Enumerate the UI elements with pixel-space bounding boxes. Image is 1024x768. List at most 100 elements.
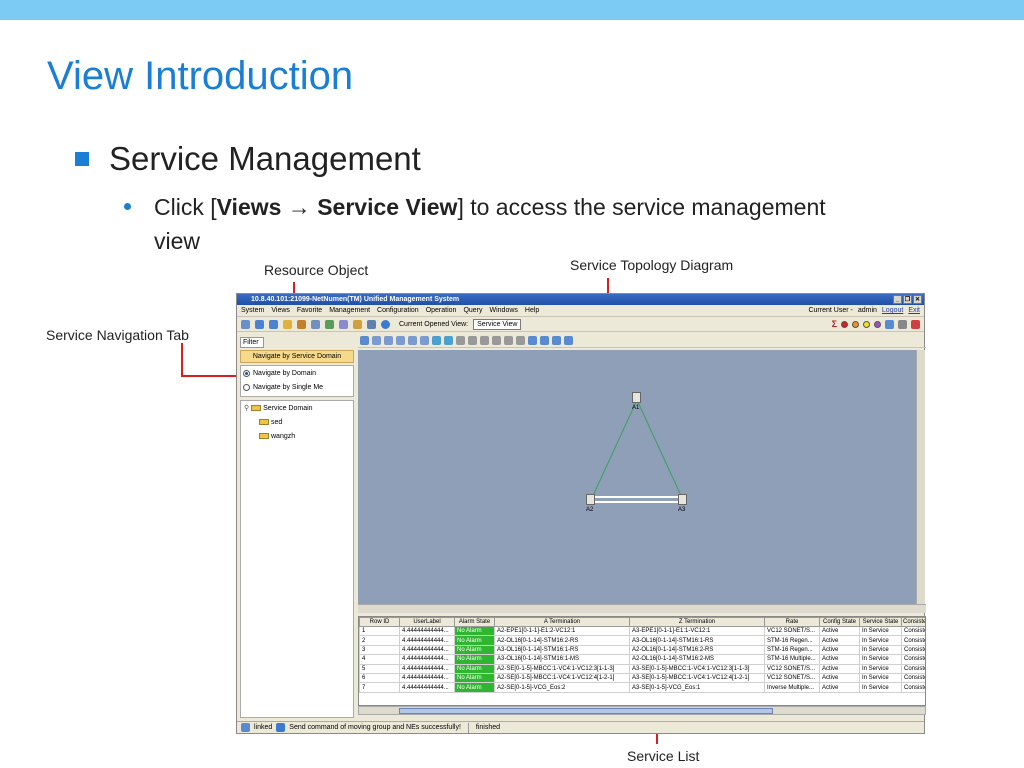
logout-link[interactable]: Logout [882,305,903,317]
align-top-icon[interactable] [480,336,489,345]
major-alarm-icon[interactable] [852,320,859,328]
menu-help[interactable]: Help [525,307,539,314]
warning-alarm-icon[interactable] [874,320,881,328]
link-a1-a3[interactable] [636,399,684,501]
table-cell: A2-OL16[0-1-14]-STM16:2-RS [629,644,765,656]
link-icon[interactable] [516,336,525,345]
config-icon[interactable] [353,319,362,329]
table-row[interactable]: 3 4.44444444444... No Alarm A3-OL16[0-1-14]… [359,644,925,656]
align-right-icon[interactable] [468,336,477,345]
print-icon[interactable] [540,336,549,345]
find-icon[interactable] [564,336,573,345]
table-row[interactable]: 4 4.44444444444... No Alarm A3-OL16[0-1-14]… [359,654,925,665]
table-cell: Consiste [901,625,925,637]
table-cell: Active [819,654,860,665]
table-cell: A2-SE[0-1-5]-MBCC:1-VC4:1-VC12:3[1-1-3] [494,663,630,674]
zoom-out-icon[interactable] [396,336,405,345]
column-header[interactable]: A Termination [494,617,630,627]
back-icon[interactable] [255,319,264,329]
sound-icon[interactable] [898,319,907,329]
undo-icon[interactable] [408,336,417,345]
column-header[interactable]: Service State [859,617,902,627]
table-row[interactable]: 7 4.44444444444... No Alarm A2-SE[0-1-5]-VC… [359,682,925,693]
topology-icon[interactable] [325,319,334,329]
square-bullet-icon [75,152,89,166]
chart-icon[interactable] [885,319,894,329]
alert-icon[interactable] [911,319,920,329]
critical-alarm-icon[interactable] [841,320,848,328]
tree-item-service-domain[interactable]: ⚲ Service Domain [241,401,353,415]
restore-icon[interactable]: ❐ [903,295,912,304]
navigation-radio-group: Navigate by Domain Navigate by Single Me [240,365,354,397]
menu-management[interactable]: Management [329,307,370,314]
column-header[interactable]: Config State [819,617,860,627]
menu-operation[interactable]: Operation [426,307,457,314]
alarm-icon[interactable] [339,319,348,329]
current-opened-view-select[interactable]: Service View [473,318,522,330]
align-bottom-icon[interactable] [492,336,501,345]
window-icon[interactable] [367,319,376,329]
menu-favorite[interactable]: Favorite [297,307,322,314]
filter-icon[interactable] [552,336,561,345]
scrollbar-thumb[interactable] [399,708,773,714]
ne-node-a3[interactable] [678,494,687,505]
zoom-in-icon[interactable] [384,336,393,345]
minor-alarm-icon[interactable] [863,320,870,328]
filter-tab[interactable]: Filter [240,337,264,348]
menu-configuration[interactable]: Configuration [377,307,419,314]
rotate-icon[interactable] [372,336,381,345]
bullet2-prefix: Click [ [154,194,217,220]
menu-views[interactable]: Views [271,307,290,314]
link-a1-a2[interactable] [590,399,638,501]
layout-icon[interactable] [432,336,441,345]
refresh-icon[interactable] [283,319,292,329]
forward-icon[interactable] [269,319,278,329]
service-topology-canvas[interactable]: A1 A2 A3 [358,350,916,604]
tree-expand-icon[interactable]: ⚲ [244,404,249,412]
table-row[interactable]: 5 4.44444444444... No Alarm A2-SE[0-1-5]-MB… [359,663,925,674]
table-row[interactable]: 6 4.44444444444... No Alarm A2-SE[0-1-5]-MB… [359,672,925,684]
menu-system[interactable]: System [241,307,264,314]
network-icon[interactable] [311,319,320,329]
window-titlebar[interactable]: 10.8.40.101:21099-NetNumen(TM) Unified M… [237,294,924,305]
tree-item-sed[interactable]: sed [241,415,353,429]
ne-node-a2[interactable] [586,494,595,505]
exit-link[interactable]: Exit [908,305,920,317]
column-header[interactable]: Row ID [359,617,400,627]
menu-query[interactable]: Query [463,307,482,314]
ne-node-a1[interactable] [632,392,641,403]
radio-navigate-by-single-me[interactable]: Navigate by Single Me [241,380,353,394]
select-icon[interactable] [360,336,369,345]
sigma-icon[interactable]: Σ [832,319,837,329]
align-left-icon[interactable] [456,336,465,345]
column-header[interactable]: Z Termination [629,617,765,627]
grid-icon[interactable] [444,336,453,345]
canvas-horizontal-scrollbar[interactable] [358,604,926,613]
nav-tab-line-h [181,375,237,377]
navigate-by-service-domain-tab[interactable]: Navigate by Service Domain [240,350,354,363]
save-icon[interactable] [528,336,537,345]
linked-icon [241,723,250,732]
info-icon[interactable] [381,319,390,329]
radio-navigate-by-domain[interactable]: Navigate by Domain [241,366,353,380]
fit-icon[interactable] [420,336,429,345]
table-cell: Consiste [901,672,925,684]
table-cell: A2-EPE1[0-1-1]-E1:2-VC12:1 [494,625,630,637]
column-header[interactable]: Alarm State [454,617,495,627]
table-horizontal-scrollbar[interactable] [358,706,926,715]
window-title: 10.8.40.101:21099-NetNumen(TM) Unified M… [251,296,460,303]
home-icon[interactable] [241,319,250,329]
table-cell: Consiste [901,663,925,674]
column-header[interactable]: UserLabel [399,617,455,627]
menu-windows[interactable]: Windows [490,307,518,314]
minimize-icon[interactable]: _ [893,295,902,304]
table-row[interactable]: 2 4.44444444444... No Alarm A2-OL16[0-1-14]… [359,635,925,646]
close-icon[interactable]: ✕ [913,295,922,304]
distribute-icon[interactable] [504,336,513,345]
tree-item-wangzh[interactable]: wangzh [241,429,353,443]
column-header[interactable]: Rate [764,617,820,627]
table-row[interactable]: 1 4.44444444444... No Alarm A2-EPE1[0-1-1]-… [359,625,925,637]
column-header[interactable]: Consiste [901,617,925,627]
tools-icon[interactable] [297,319,306,329]
canvas-vertical-scrollbar[interactable] [916,350,925,604]
